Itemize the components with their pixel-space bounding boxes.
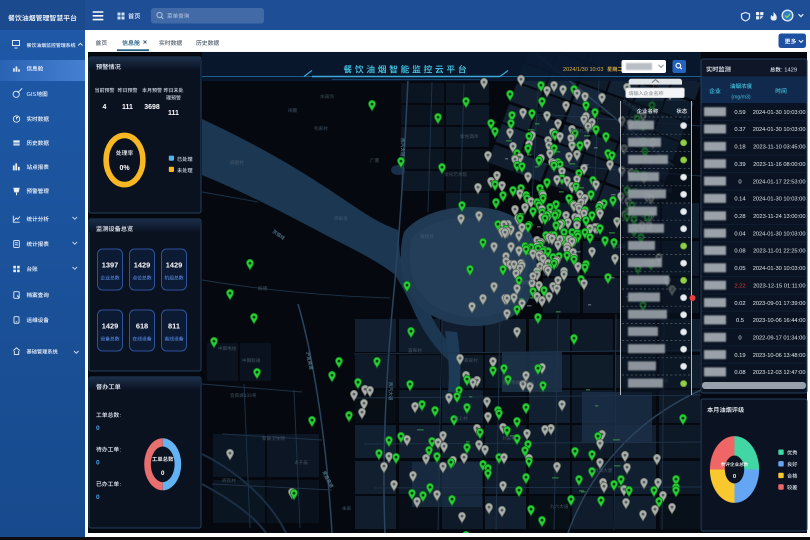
svg-text:1429: 1429 xyxy=(166,261,182,270)
svg-text:4: 4 xyxy=(103,104,107,111)
svg-text:0.08: 0.08 xyxy=(734,370,745,376)
svg-text:2023-12-03 12:47:00: 2023-12-03 12:47:00 xyxy=(753,370,806,376)
svg-text:: 1429: : 1429 xyxy=(781,68,797,74)
svg-text:0.14: 0.14 xyxy=(734,197,746,203)
svg-text:2024-01-30 10:03:00: 2024-01-30 10:03:00 xyxy=(753,197,806,203)
svg-text:0.08: 0.08 xyxy=(734,249,745,255)
svg-text:0.39: 0.39 xyxy=(734,162,745,168)
svg-text:0.04: 0.04 xyxy=(734,231,746,237)
svg-text:2024-01-30 10:03:00: 2024-01-30 10:03:00 xyxy=(753,110,806,116)
svg-text:2023-10-06 13:48:00: 2023-10-06 13:48:00 xyxy=(753,353,806,359)
svg-text:2022-09-17 01:34:00: 2022-09-17 01:34:00 xyxy=(753,335,806,341)
svg-text:0.05: 0.05 xyxy=(734,266,745,272)
svg-text:1397: 1397 xyxy=(102,261,118,270)
svg-text:2023-12-15 01:11:00: 2023-12-15 01:11:00 xyxy=(753,283,805,289)
svg-text:2023-11-24 13:00:00: 2023-11-24 13:00:00 xyxy=(753,214,805,220)
svg-text:0: 0 xyxy=(733,474,736,480)
svg-text:0: 0 xyxy=(161,470,165,477)
svg-text:(mg/m3): (mg/m3) xyxy=(731,95,751,101)
svg-text:0.5: 0.5 xyxy=(736,318,744,324)
svg-text:0: 0 xyxy=(96,494,100,501)
svg-text:0.28: 0.28 xyxy=(734,214,745,220)
svg-text:1429: 1429 xyxy=(102,322,118,331)
svg-text:1429: 1429 xyxy=(134,261,150,270)
svg-text:2023-11-16 08:00:00: 2023-11-16 08:00:00 xyxy=(753,162,805,168)
svg-text:0.59: 0.59 xyxy=(734,110,745,116)
svg-text:2023-10-06 16:44:00: 2023-10-06 16:44:00 xyxy=(753,318,806,324)
svg-text:2024-01-30 10:03:00: 2024-01-30 10:03:00 xyxy=(753,127,806,133)
svg-text:111: 111 xyxy=(168,110,179,117)
svg-text:2024-01-17 22:53:00: 2024-01-17 22:53:00 xyxy=(753,179,806,185)
svg-text:3698: 3698 xyxy=(144,104,160,111)
svg-text:0.37: 0.37 xyxy=(734,127,745,133)
svg-text:2024-01-30 10:03:00: 2024-01-30 10:03:00 xyxy=(753,231,806,237)
svg-text:GIS: GIS xyxy=(27,92,37,98)
svg-text:0.02: 0.02 xyxy=(734,301,745,307)
svg-text:618: 618 xyxy=(136,322,148,331)
svg-text:0: 0 xyxy=(738,179,741,185)
svg-text:2.22: 2.22 xyxy=(734,283,745,289)
svg-text:0.19: 0.19 xyxy=(734,353,745,359)
svg-text:0: 0 xyxy=(738,335,741,341)
svg-text:0%: 0% xyxy=(119,165,130,172)
svg-text:2023-09-01 17:39:00: 2023-09-01 17:39:00 xyxy=(753,301,806,307)
svg-text:0: 0 xyxy=(96,460,100,467)
svg-text:2024-01-30 10:03:00: 2024-01-30 10:03:00 xyxy=(753,266,806,272)
svg-text:111: 111 xyxy=(122,104,133,111)
svg-text:811: 811 xyxy=(168,322,180,331)
svg-text:2023-11-01 22:25:00: 2023-11-01 22:25:00 xyxy=(753,249,805,255)
svg-text:2023-11-10 03:45:00: 2023-11-10 03:45:00 xyxy=(753,145,805,151)
svg-text:0.18: 0.18 xyxy=(734,145,745,151)
svg-text:2024/1/30 10:03: 2024/1/30 10:03 xyxy=(563,67,603,73)
svg-text:0: 0 xyxy=(96,425,100,432)
